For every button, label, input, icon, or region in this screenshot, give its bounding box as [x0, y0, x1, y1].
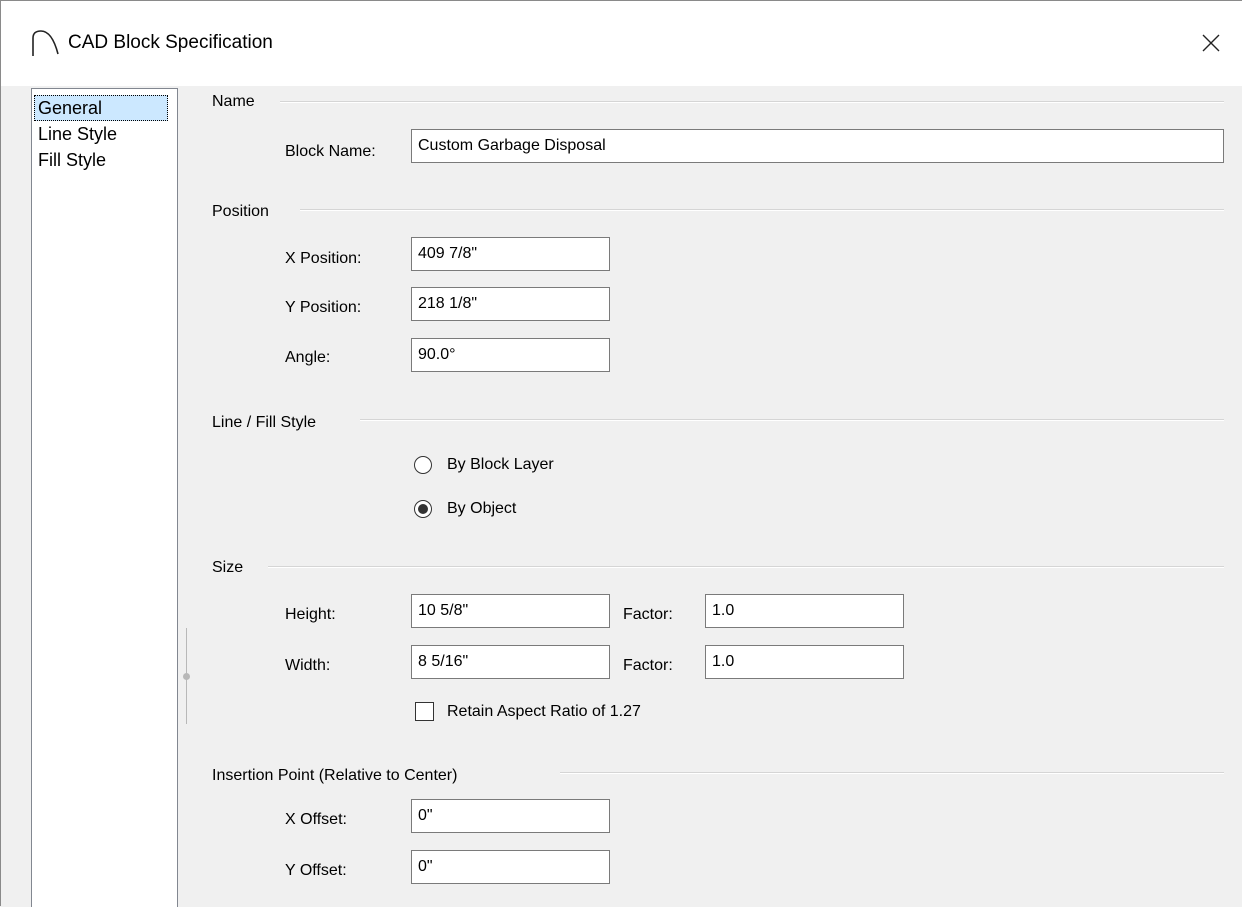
- title-bar: CAD Block Specification: [0, 0, 1242, 86]
- section-size-title: Size: [212, 559, 244, 576]
- section-divider: [280, 101, 1224, 103]
- y-offset-label: Y Offset:: [285, 862, 347, 879]
- angle-label: Angle:: [285, 349, 331, 366]
- x-offset-input[interactable]: 0": [411, 799, 610, 833]
- block-name-label: Block Name:: [285, 143, 376, 160]
- by-object-label[interactable]: By Object: [447, 499, 516, 519]
- radio-selected-dot: [418, 504, 428, 514]
- width-input[interactable]: 8 5/16": [411, 645, 610, 679]
- dialog-border-left: [0, 0, 1, 906]
- dialog-border-top: [0, 0, 1242, 1]
- section-divider: [268, 566, 1224, 568]
- section-line-fill-title: Line / Fill Style: [212, 414, 317, 431]
- by-block-layer-radio[interactable]: [414, 456, 432, 474]
- y-position-input[interactable]: 218 1/8": [411, 287, 610, 321]
- height-input[interactable]: 10 5/8": [411, 594, 610, 628]
- splitter-grip[interactable]: [183, 673, 190, 680]
- retain-aspect-label[interactable]: Retain Aspect Ratio of 1.27: [447, 702, 641, 722]
- close-icon: [1202, 34, 1220, 52]
- y-position-label: Y Position:: [285, 299, 362, 316]
- category-list: General Line Style Fill Style: [31, 88, 178, 907]
- height-factor-label: Factor:: [623, 606, 673, 623]
- x-offset-label: X Offset:: [285, 811, 347, 828]
- block-name-input[interactable]: Custom Garbage Disposal: [411, 129, 1224, 163]
- section-divider: [300, 209, 1224, 211]
- height-factor-input[interactable]: 1.0: [705, 594, 904, 628]
- x-position-label: X Position:: [285, 250, 362, 267]
- width-label: Width:: [285, 657, 331, 674]
- nav-item-line-style[interactable]: Line Style: [34, 121, 121, 147]
- nav-item-general[interactable]: General: [34, 95, 168, 121]
- width-factor-input[interactable]: 1.0: [705, 645, 904, 679]
- arc-icon: [32, 30, 59, 56]
- section-name-title: Name: [212, 93, 255, 110]
- height-label: Height:: [285, 606, 336, 623]
- nav-item-fill-style[interactable]: Fill Style: [34, 147, 110, 173]
- window-title: CAD Block Specification: [68, 32, 273, 53]
- section-position-title: Position: [212, 203, 269, 220]
- by-block-layer-label[interactable]: By Block Layer: [447, 455, 554, 475]
- section-divider: [560, 772, 1224, 774]
- angle-input[interactable]: 90.0°: [411, 338, 610, 372]
- section-insertion-title: Insertion Point (Relative to Center): [212, 767, 458, 784]
- x-position-input[interactable]: 409 7/8": [411, 237, 610, 271]
- close-button[interactable]: [1188, 22, 1234, 64]
- width-factor-label: Factor:: [623, 657, 673, 674]
- section-divider: [360, 419, 1224, 421]
- retain-aspect-checkbox[interactable]: [415, 702, 434, 721]
- by-object-radio[interactable]: [414, 500, 432, 518]
- y-offset-input[interactable]: 0": [411, 850, 610, 884]
